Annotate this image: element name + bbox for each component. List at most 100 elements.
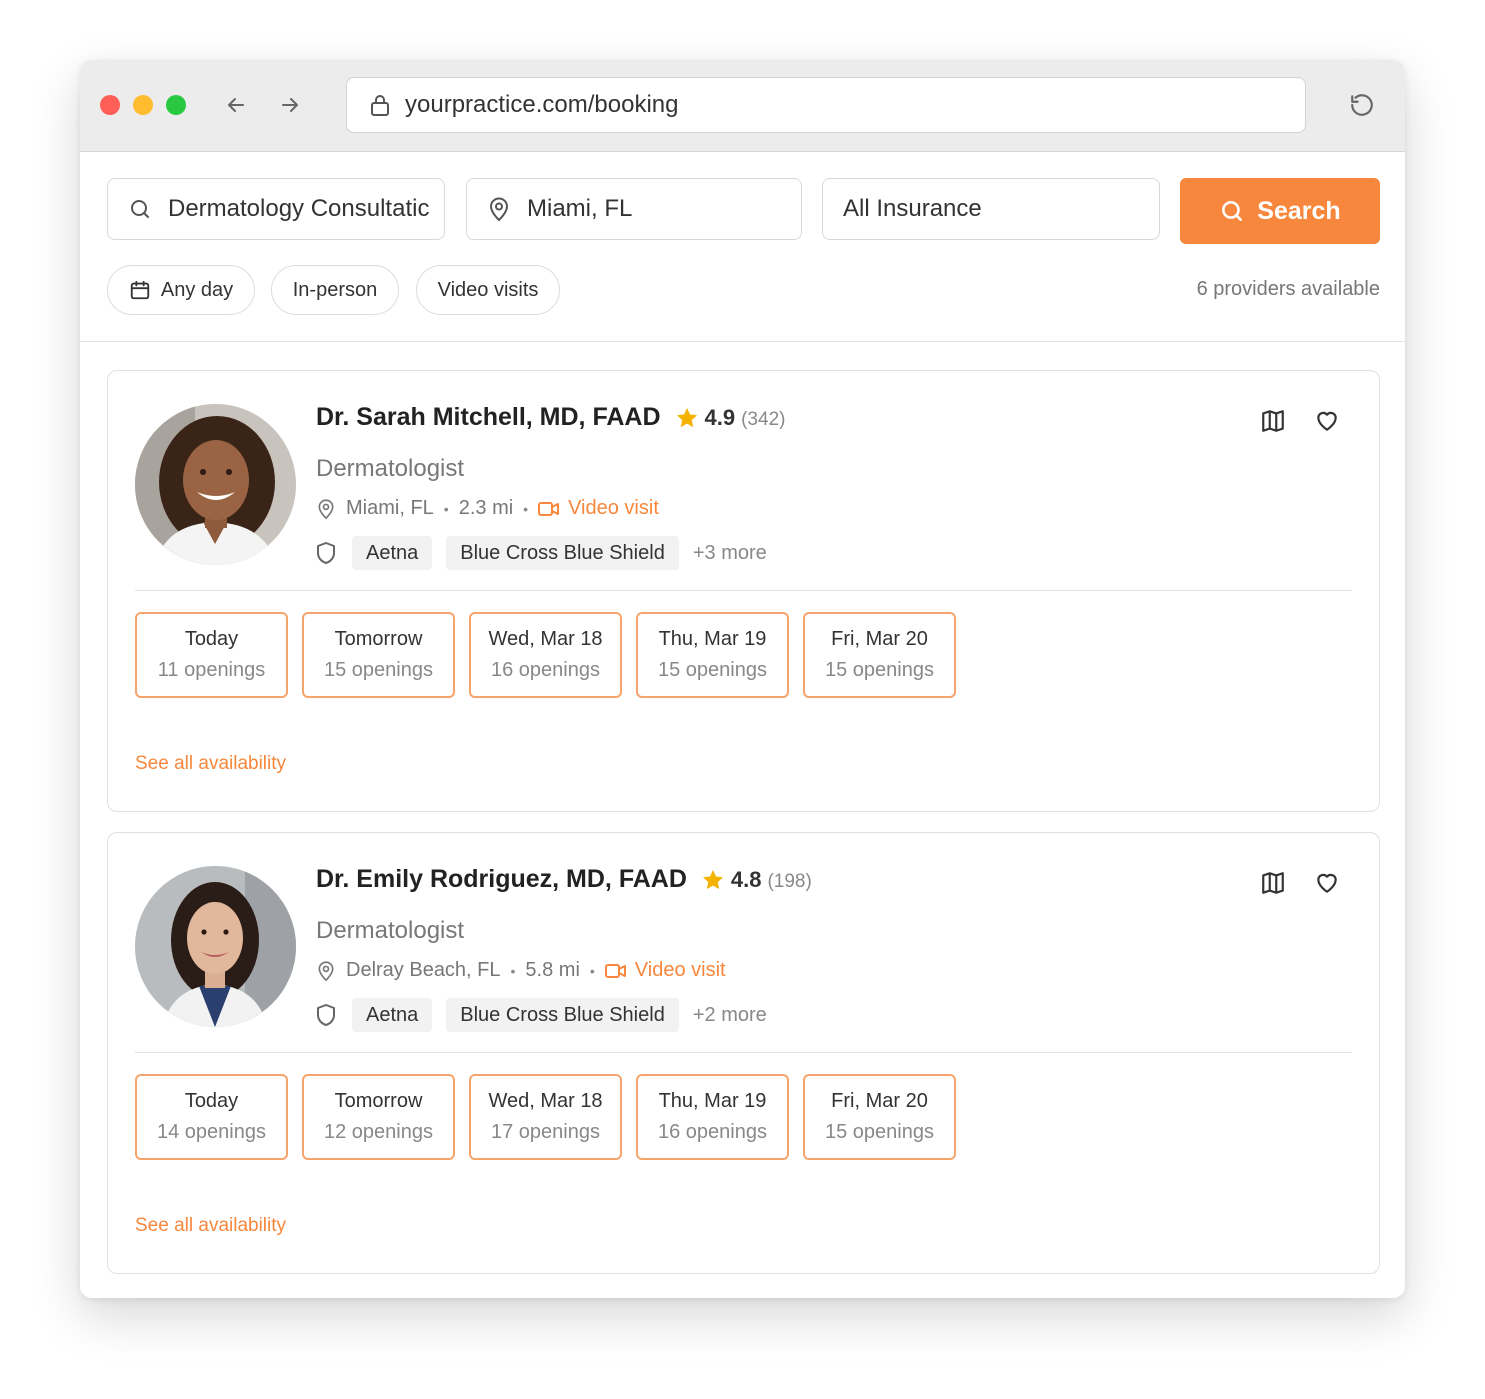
rating-value: 4.8 [730, 867, 762, 892]
slot-openings: 16 openings [658, 1121, 767, 1143]
insurance-more-link[interactable]: +3 more [693, 542, 767, 565]
slot-day: Tomorrow [334, 1090, 423, 1112]
location-value: Miami, FL [527, 195, 633, 222]
provider-specialty: Dermatologist [316, 917, 465, 944]
specialty-value: Dermatology Consultatic [168, 195, 430, 222]
location-input[interactable]: Miami, FL [466, 178, 802, 240]
provider-location: Delray Beach, FL [346, 959, 501, 981]
in-person-label: In-person [292, 278, 378, 301]
any-day-filter[interactable]: Any day [107, 265, 255, 315]
specialty-search-input[interactable]: Dermatology Consultatic [107, 178, 445, 240]
availability-slot[interactable]: Fri, Mar 20 15 openings [803, 1074, 956, 1160]
insurance-select[interactable]: All Insurance [822, 178, 1160, 240]
calendar-icon [129, 279, 151, 301]
availability-slot[interactable]: Thu, Mar 19 16 openings [636, 1074, 789, 1160]
slot-openings: 15 openings [825, 659, 934, 681]
slot-openings: 16 openings [491, 659, 600, 681]
map-pin-icon [487, 196, 511, 222]
see-all-availability-link[interactable]: See all availability [135, 1215, 286, 1237]
rating-value: 4.9 [704, 405, 736, 430]
insurance-badge: Aetna [352, 536, 433, 570]
availability-slot[interactable]: Today 14 openings [135, 1074, 288, 1160]
back-button[interactable] [219, 88, 253, 122]
forward-button[interactable] [273, 88, 307, 122]
arrow-right-icon [282, 98, 298, 112]
slot-day: Fri, Mar 20 [831, 628, 928, 650]
video-visit-label: Video visit [634, 959, 726, 981]
lock-icon [371, 95, 389, 116]
maximize-window-button[interactable] [166, 95, 186, 115]
video-visits-label: Video visits [437, 278, 539, 301]
video-camera-icon [538, 501, 560, 517]
star-icon [675, 406, 699, 430]
video-visit-badge: Video visit [604, 959, 726, 982]
reload-button[interactable] [1345, 88, 1379, 122]
search-icon [1219, 198, 1245, 224]
search-bar: Dermatology Consultatic Miami, FL All In… [80, 152, 1405, 342]
card-divider [135, 590, 1352, 591]
video-camera-icon [604, 963, 627, 979]
close-window-button[interactable] [100, 95, 120, 115]
provider-specialty: Dermatologist [316, 455, 465, 482]
slot-day: Today [184, 1090, 239, 1112]
review-count: (342) [741, 409, 786, 430]
browser-titlebar: yourpractice.com/booking [80, 60, 1405, 152]
video-visit-badge: Video visit [538, 497, 659, 520]
minimize-window-button[interactable] [133, 95, 153, 115]
availability-slot[interactable]: Tomorrow 15 openings [302, 612, 455, 698]
heart-icon [1317, 873, 1337, 893]
shield-icon [316, 1004, 336, 1026]
insurance-row: Aetna Blue Cross Blue Shield +3 more [316, 536, 767, 570]
map-pin-icon [316, 960, 336, 982]
provider-name-row: Dr. Sarah Mitchell, MD, FAAD 4.9 (342) [316, 403, 785, 432]
reload-icon [1351, 94, 1373, 116]
provider-avatar [135, 404, 296, 565]
slot-openings: 15 openings [658, 659, 767, 681]
star-icon [701, 868, 725, 892]
browser-window: yourpractice.com/booking Dermatology Con… [80, 60, 1405, 1298]
availability-slot[interactable]: Tomorrow 12 openings [302, 1074, 455, 1160]
slot-openings: 14 openings [157, 1121, 266, 1143]
favorite-button[interactable] [1311, 405, 1343, 437]
search-button[interactable]: Search [1180, 178, 1380, 244]
any-day-label: Any day [160, 278, 234, 301]
shield-icon [316, 542, 336, 564]
address-bar[interactable]: yourpractice.com/booking [346, 77, 1306, 133]
slot-openings: 15 openings [324, 659, 433, 681]
slot-openings: 11 openings [157, 659, 266, 681]
map-button[interactable] [1257, 867, 1289, 899]
card-actions [1235, 867, 1343, 899]
map-button[interactable] [1257, 405, 1289, 437]
in-person-filter[interactable]: In-person [271, 265, 399, 315]
favorite-button[interactable] [1311, 867, 1343, 899]
availability-slots: Today 11 openings Tomorrow 15 openings W… [135, 612, 970, 698]
slot-openings: 12 openings [324, 1121, 433, 1143]
video-visit-label: Video visit [568, 497, 659, 519]
url-text: yourpractice.com/booking [405, 91, 679, 118]
provider-name[interactable]: Dr. Sarah Mitchell, MD, FAAD [316, 403, 661, 432]
slot-day: Thu, Mar 19 [658, 628, 767, 650]
provider-location: Miami, FL [346, 497, 434, 519]
availability-slot[interactable]: Wed, Mar 18 16 openings [469, 612, 622, 698]
insurance-more-link[interactable]: +2 more [693, 1004, 767, 1027]
insurance-badge: Aetna [352, 998, 433, 1032]
video-visits-filter[interactable]: Video visits [416, 265, 560, 315]
see-all-availability-link[interactable]: See all availability [135, 753, 286, 775]
slot-day: Thu, Mar 19 [658, 1090, 767, 1112]
insurance-badge: Blue Cross Blue Shield [446, 998, 679, 1032]
review-count: (198) [767, 871, 812, 892]
slot-openings: 17 openings [491, 1121, 600, 1143]
provider-name[interactable]: Dr. Emily Rodriguez, MD, FAAD [316, 865, 687, 894]
slot-openings: 15 openings [825, 1121, 934, 1143]
provider-distance: 5.8 mi [525, 959, 580, 981]
provider-name-row: Dr. Emily Rodriguez, MD, FAAD 4.8 (198) [316, 865, 812, 894]
map-icon [1262, 410, 1284, 432]
slot-day: Wed, Mar 18 [488, 628, 603, 650]
provider-meta: Delray Beach, FL • 5.8 mi • Video visit [316, 959, 726, 982]
map-icon [1262, 872, 1284, 894]
availability-slot[interactable]: Wed, Mar 18 17 openings [469, 1074, 622, 1160]
slot-day: Tomorrow [334, 628, 423, 650]
availability-slot[interactable]: Thu, Mar 19 15 openings [636, 612, 789, 698]
availability-slot[interactable]: Today 11 openings [135, 612, 288, 698]
availability-slot[interactable]: Fri, Mar 20 15 openings [803, 612, 956, 698]
